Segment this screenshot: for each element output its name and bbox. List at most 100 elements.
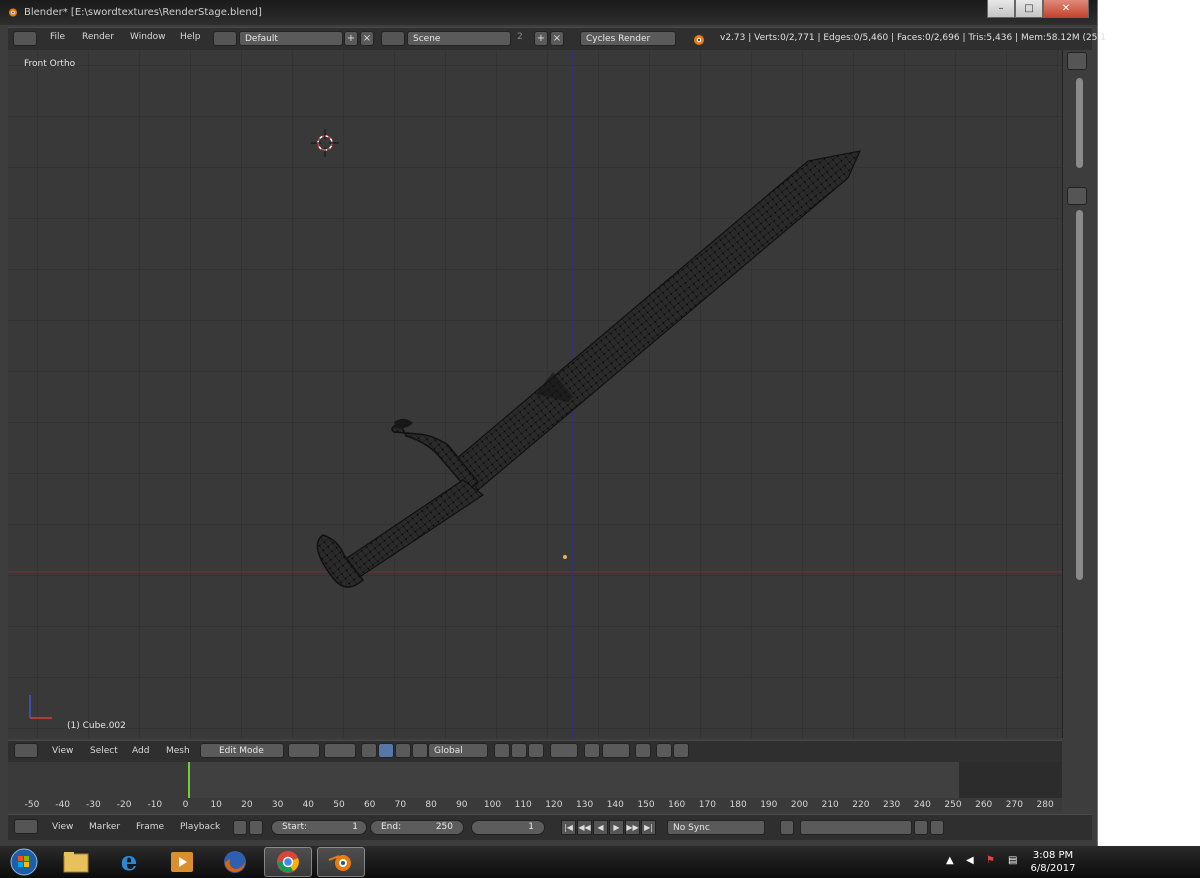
opengl-render-animation-button[interactable] <box>656 743 672 758</box>
add-scene-button[interactable]: + <box>534 31 548 46</box>
timeline-out-of-range <box>959 762 1062 798</box>
close-button[interactable]: ✕ <box>1043 0 1089 18</box>
menu-file[interactable]: File <box>50 32 65 42</box>
outliner-editor-icon[interactable] <box>1067 52 1087 70</box>
remove-scene-button[interactable]: × <box>550 31 564 46</box>
render-engine-dropdown[interactable]: Cycles Render <box>580 31 676 46</box>
interaction-mode-dropdown[interactable]: Edit Mode <box>200 743 284 758</box>
firefox-icon[interactable] <box>211 847 259 877</box>
3d-view-editor-type-icon[interactable] <box>14 743 38 758</box>
start-orb-icon[interactable] <box>0 847 48 877</box>
title-bar[interactable]: Blender* [E:\swordtextures\RenderStage.b… <box>0 0 1097 25</box>
prev-keyframe-button[interactable]: ◀◀ <box>577 820 592 835</box>
frame-cursor[interactable] <box>188 762 190 798</box>
delete-keyframe-button[interactable] <box>930 820 944 835</box>
media-player-icon[interactable] <box>158 847 206 877</box>
lock-icon[interactable] <box>249 820 263 835</box>
pivot-point-dropdown[interactable] <box>324 743 356 758</box>
ruler-tick-label: 190 <box>760 800 778 810</box>
ruler-tick-label: 0 <box>182 800 189 810</box>
timeline-editor-type-icon[interactable] <box>14 819 38 834</box>
menu-render[interactable]: Render <box>82 32 114 42</box>
screen-layout-icon[interactable] <box>213 31 237 46</box>
viewport-shading-dropdown[interactable] <box>288 743 320 758</box>
layer-button-3[interactable] <box>528 743 544 758</box>
minimize-button[interactable]: – <box>987 0 1015 18</box>
properties-strip <box>1062 50 1093 738</box>
ruler-tick-label: -30 <box>86 800 101 810</box>
info-editor-type-icon[interactable] <box>13 31 37 46</box>
screen-layout-field[interactable]: Default <box>239 31 343 46</box>
next-keyframe-button[interactable]: ▶▶ <box>625 820 640 835</box>
blender-icon[interactable] <box>317 847 365 877</box>
menu-help[interactable]: Help <box>180 32 201 42</box>
blender-logo-icon <box>9 8 17 17</box>
chrome-icon[interactable] <box>264 847 312 877</box>
transform-orientation-dropdown[interactable]: Global <box>428 743 488 758</box>
3d-viewport[interactable]: Front Ortho (1) Cube.002 <box>8 50 1062 738</box>
snap-toggle[interactable] <box>584 743 600 758</box>
3d-view-header: View Select Add Mesh Edit Mode Global <box>8 740 1062 762</box>
ruler-tick-label: 260 <box>975 800 993 810</box>
menu-view[interactable]: View <box>52 822 73 832</box>
network-icon[interactable]: ▤ <box>1008 855 1017 866</box>
menu-add[interactable]: Add <box>132 746 149 756</box>
menu-select[interactable]: Select <box>90 746 118 756</box>
current-frame-field[interactable]: 1 <box>471 820 545 835</box>
layer-button-2[interactable] <box>511 743 527 758</box>
clapperboard-icon[interactable] <box>673 743 689 758</box>
opengl-render-image-button[interactable] <box>635 743 651 758</box>
ruler-tick-label: 150 <box>637 800 655 810</box>
preview-range-toggle[interactable] <box>233 820 247 835</box>
action-center-flag-icon[interactable]: ⚑ <box>986 855 995 866</box>
snap-element-dropdown[interactable] <box>602 743 630 758</box>
ruler-tick-label: -40 <box>55 800 71 810</box>
scene-users-count: 2 <box>517 32 523 42</box>
frame-ruler[interactable]: -50 -40 -30 -20 -10 0 10 20 30 40 50 60 70 80 90 100 110… <box>8 798 1062 812</box>
ruler-tick-label: -50 <box>24 800 40 810</box>
menu-window[interactable]: Window <box>130 32 166 42</box>
play-reverse-button[interactable]: ◀ <box>593 820 608 835</box>
scale-manipulator-button[interactable] <box>412 743 428 758</box>
sync-mode-dropdown[interactable]: No Sync <box>667 820 765 835</box>
jump-to-start-button[interactable]: |◀ <box>561 820 576 835</box>
remove-layout-button[interactable]: × <box>360 31 374 46</box>
proportional-editing-dropdown[interactable] <box>550 743 578 758</box>
system-clock[interactable]: 3:08 PM 6/8/2017 <box>1030 849 1076 875</box>
scene-field[interactable]: Scene <box>407 31 511 46</box>
scene-selector-icon[interactable] <box>381 31 405 46</box>
ruler-tick-label: 40 <box>302 800 315 810</box>
translate-manipulator-button[interactable] <box>378 743 394 758</box>
properties-editor-icon[interactable] <box>1067 187 1087 205</box>
volume-icon[interactable]: ◀ <box>966 855 974 866</box>
add-layout-button[interactable]: + <box>344 31 358 46</box>
play-button[interactable]: ▶ <box>609 820 624 835</box>
record-icon[interactable] <box>780 820 794 835</box>
layer-button-1[interactable] <box>494 743 510 758</box>
ruler-tick-label: 270 <box>1005 800 1023 810</box>
menu-marker[interactable]: Marker <box>89 822 120 832</box>
ruler-tick-label: 90 <box>456 800 468 810</box>
end-frame-field[interactable]: End: 250 <box>370 820 464 835</box>
start-frame-field[interactable]: Start: 1 <box>271 820 367 835</box>
ruler-tick-label: 70 <box>394 800 407 810</box>
menu-view[interactable]: View <box>52 746 73 756</box>
internet-explorer-icon[interactable]: e <box>105 847 153 877</box>
maximize-button[interactable]: □ <box>1015 0 1043 18</box>
ruler-tick-label: 250 <box>944 800 962 810</box>
ruler-tick-label: 130 <box>576 800 594 810</box>
rotate-manipulator-button[interactable] <box>395 743 411 758</box>
show-hidden-icons-icon[interactable]: ▲ <box>946 855 954 866</box>
insert-keyframe-button[interactable] <box>914 820 928 835</box>
menu-playback[interactable]: Playback <box>180 822 220 832</box>
menu-frame[interactable]: Frame <box>136 822 164 832</box>
file-explorer-icon[interactable] <box>52 847 100 877</box>
manipulator-toggle[interactable] <box>361 743 377 758</box>
properties-scrollbar[interactable] <box>1076 210 1083 580</box>
ruler-tick-label: 240 <box>913 800 931 810</box>
timeline-area[interactable] <box>8 762 1062 798</box>
keying-set-field[interactable] <box>800 820 912 835</box>
outliner-scrollbar[interactable] <box>1076 78 1083 168</box>
menu-mesh[interactable]: Mesh <box>166 746 190 756</box>
jump-to-end-button[interactable]: ▶| <box>641 820 656 835</box>
